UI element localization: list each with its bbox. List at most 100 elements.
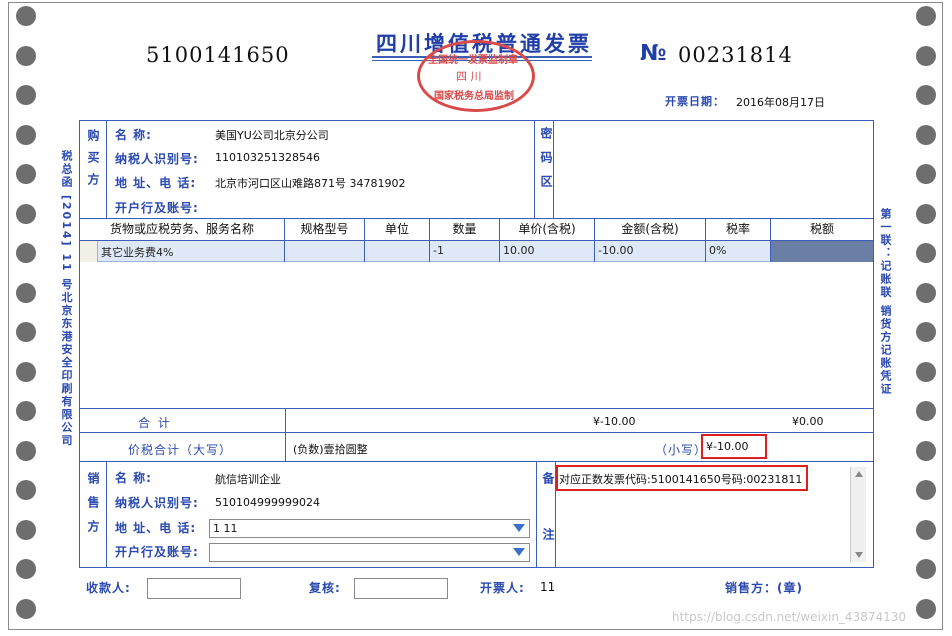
drawer-label: 开票人:	[480, 581, 525, 595]
tractor-hole	[16, 519, 36, 540]
tractor-hole	[16, 6, 36, 26]
seller-taxid: 510104999999024	[215, 496, 320, 509]
chevron-down-icon[interactable]	[512, 522, 526, 534]
tractor-hole	[16, 440, 36, 461]
col-header-price: 单价(含税)	[499, 219, 594, 241]
tractor-hole	[16, 164, 36, 184]
col-header-spec: 规格型号	[284, 219, 364, 241]
tractor-hole	[16, 480, 36, 500]
tractor-hole	[916, 243, 936, 263]
buyer-taxid-label: 纳税人识别号:	[115, 152, 199, 166]
items-header-row: 货物或应税劳务、服务名称 规格型号 单位 数量 单价(含税) 金额(含税) 税率…	[80, 219, 873, 241]
tractor-hole	[16, 322, 36, 342]
tractor-hole	[16, 243, 36, 263]
item-tax[interactable]	[770, 241, 873, 262]
grand-total-divider	[285, 433, 286, 461]
issue-date: 2016年08月17日	[736, 96, 825, 109]
tractor-hole	[16, 361, 36, 382]
remarks-section-cell: 备注	[536, 462, 556, 584]
totals-amount: ¥-10.00	[593, 415, 636, 428]
tractor-hole	[16, 401, 36, 421]
buyer-bank-label: 开户行及账号:	[115, 201, 199, 215]
grand-total-small-label: （小写）	[655, 443, 708, 457]
scroll-down-icon[interactable]	[854, 551, 864, 559]
tractor-hole	[916, 164, 936, 184]
col-header-tax: 税额	[770, 219, 873, 241]
seller-address-value: 1 11	[213, 522, 238, 535]
item-qty[interactable]: -1	[429, 241, 499, 262]
tractor-hole	[16, 203, 36, 224]
tractor-hole	[916, 361, 936, 382]
table-row[interactable]: 其它业务费4% -1 10.00 -10.00 0%	[80, 241, 873, 262]
issue-date-label: 开票日期：	[665, 95, 725, 108]
tractor-hole	[16, 598, 36, 619]
grand-total-big-label: 价税合计（大写）	[128, 443, 233, 457]
col-header-amount: 金额(含税)	[594, 219, 705, 241]
seller-seal-label: 销售方：(章)	[725, 581, 803, 595]
item-name[interactable]: 其它业务费4%	[98, 241, 284, 262]
buyer-name-label: 名 称:	[115, 128, 152, 142]
item-amount[interactable]: -10.00	[594, 241, 705, 262]
scroll-up-icon[interactable]	[854, 470, 864, 478]
seller-section-label: 销售方	[86, 472, 100, 544]
cipher-section-cell: 密码区	[534, 121, 554, 218]
grand-total-small-value: ¥-10.00	[706, 440, 749, 453]
payee-label: 收款人:	[86, 581, 131, 595]
tractor-hole	[16, 124, 36, 145]
reviewer-label: 复核:	[309, 581, 341, 595]
invoice-code: 5100141650	[146, 43, 290, 67]
tractor-hole	[16, 45, 36, 66]
grand-total-big-value: (负数)壹拾圆整	[293, 443, 368, 456]
remarks-highlight	[556, 465, 808, 491]
buyer-address: 北京市河口区山难路871号 34781902	[215, 177, 406, 190]
payee-field[interactable]	[147, 578, 241, 599]
item-unit[interactable]	[364, 241, 429, 262]
watermark: https://blog.csdn.net/weixin_43874130	[672, 610, 907, 624]
remarks-label: 备注	[541, 472, 555, 584]
tractor-hole	[916, 45, 936, 66]
buyer-section-cell: 购买方	[80, 121, 107, 218]
buyer-address-label: 地 址、电 话:	[115, 176, 197, 190]
stamp-text-bottom: 国家税务总局监制	[434, 91, 514, 102]
seller-name-label: 名 称:	[115, 471, 152, 485]
tractor-hole	[916, 282, 936, 303]
item-rate[interactable]: 0%	[705, 241, 770, 262]
grand-total-row: 价税合计（大写） (负数)壹拾圆整 （小写） ¥-10.00	[80, 433, 873, 462]
stamp-text-top: 全国统一发票监制章	[428, 55, 518, 66]
drawer-value: 11	[540, 580, 556, 594]
item-spec[interactable]	[284, 241, 364, 262]
tractor-hole	[16, 85, 36, 105]
buyer-taxid: 110103251328546	[215, 151, 320, 164]
tractor-hole	[916, 440, 936, 461]
tractor-hole	[916, 480, 936, 500]
tractor-hole	[916, 519, 936, 540]
reviewer-field[interactable]	[354, 578, 448, 599]
tractor-hole	[16, 282, 36, 303]
chevron-down-icon[interactable]	[512, 546, 526, 558]
buyer-name: 美国YU公司北京分公司	[215, 129, 329, 142]
totals-label: 合 计	[138, 416, 172, 430]
invoice-form: 购买方 名 称: 美国YU公司北京分公司 纳税人识别号: 11010325132…	[79, 120, 874, 584]
totals-row: 合 计 ¥-10.00 ¥0.00	[80, 409, 873, 433]
seller-section-cell: 销售方	[80, 462, 107, 567]
row-selector[interactable]	[80, 241, 98, 262]
seller-address-label: 地 址、电 话:	[115, 521, 197, 535]
totals-divider	[285, 409, 286, 432]
seller-taxid-label: 纳税人识别号:	[115, 496, 199, 510]
col-header-rate: 税率	[705, 219, 770, 241]
seller-address-field[interactable]: 1 11	[209, 519, 530, 538]
col-header-qty: 数量	[429, 219, 499, 241]
buyer-section-label: 购买方	[86, 129, 100, 195]
seller-name: 航信培训企业	[215, 473, 281, 486]
tractor-hole	[16, 559, 36, 579]
cipher-area	[554, 121, 873, 218]
tractor-hole	[916, 322, 936, 342]
remarks-scrollbar[interactable]	[850, 467, 866, 562]
items-table: 货物或应税劳务、服务名称 规格型号 单位 数量 单价(含税) 金额(含税) 税率…	[80, 219, 873, 409]
tractor-hole	[916, 401, 936, 421]
seller-bank-field[interactable]	[209, 543, 530, 562]
invoice-number: 00231814	[678, 43, 793, 67]
buyer-block: 购买方 名 称: 美国YU公司北京分公司 纳税人识别号: 11010325132…	[80, 121, 873, 219]
totals-tax: ¥0.00	[792, 415, 824, 428]
item-price[interactable]: 10.00	[499, 241, 594, 262]
